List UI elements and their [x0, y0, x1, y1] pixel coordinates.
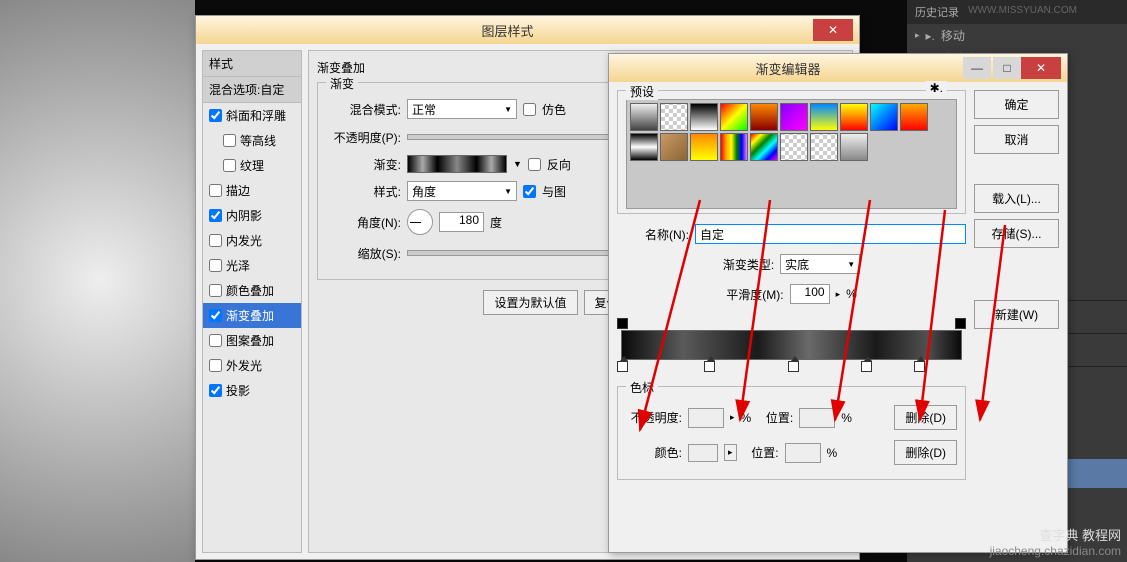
style-item-coloroverlay[interactable]: 颜色叠加: [203, 278, 301, 303]
titlebar[interactable]: 图层样式 ✕: [196, 16, 859, 44]
align-checkbox[interactable]: [523, 185, 536, 198]
set-default-button[interactable]: 设置为默认值: [483, 290, 577, 315]
color-stop[interactable]: [914, 361, 925, 372]
name-input[interactable]: [695, 224, 966, 244]
smooth-label: 平滑度(M):: [726, 286, 783, 303]
style-item-satin[interactable]: 光泽: [203, 253, 301, 278]
delete-opacity-button[interactable]: 删除(D): [894, 405, 957, 430]
gradient-edit-bar[interactable]: [617, 316, 966, 374]
color-position-input[interactable]: [785, 443, 821, 463]
color-stop[interactable]: [788, 361, 799, 372]
styles-header: 样式: [203, 51, 301, 77]
style-item-texture[interactable]: 纹理: [203, 153, 301, 178]
dialog-title: 图层样式: [202, 21, 813, 40]
color-stop[interactable]: [861, 361, 872, 372]
type-select[interactable]: 实底: [780, 254, 860, 274]
preset-grid[interactable]: [626, 99, 957, 209]
color-stop[interactable]: [617, 361, 628, 372]
style-item-contour[interactable]: 等高线: [203, 128, 301, 153]
ok-button[interactable]: 确定: [974, 90, 1059, 119]
dither-checkbox[interactable]: [523, 103, 536, 116]
style-item-dropshadow[interactable]: 投影: [203, 378, 301, 403]
close-button[interactable]: ✕: [813, 19, 853, 41]
style-item-outerglow[interactable]: 外发光: [203, 353, 301, 378]
delete-color-button[interactable]: 删除(D): [894, 440, 957, 465]
minimize-button[interactable]: —: [963, 57, 991, 79]
blend-options-item[interactable]: 混合选项:自定: [203, 77, 301, 103]
gradient-editor-dialog: 渐变编辑器 — □ ✕ 预设 ✱.: [608, 53, 1068, 553]
gradient-picker[interactable]: [407, 155, 507, 173]
reverse-checkbox[interactable]: [528, 158, 541, 171]
preset-label: 预设: [626, 83, 658, 100]
new-button[interactable]: 新建(W): [974, 300, 1059, 329]
name-label: 名称(N):: [617, 226, 689, 243]
color-stop[interactable]: [704, 361, 715, 372]
group-label: 渐变: [326, 75, 358, 92]
style-item-stroke[interactable]: 描边: [203, 178, 301, 203]
dialog-title: 渐变编辑器: [615, 59, 961, 78]
scale-label: 缩放(S):: [326, 245, 401, 262]
angle-label: 角度(N):: [326, 214, 401, 231]
style-item-gradientoverlay[interactable]: 渐变叠加: [203, 303, 301, 328]
angle-control[interactable]: [407, 209, 433, 235]
opacity-label: 不透明度(P):: [326, 129, 401, 146]
load-button[interactable]: 载入(L)...: [974, 184, 1059, 213]
blend-mode-label: 混合模式:: [326, 101, 401, 118]
colorstop-label: 色标: [626, 379, 658, 396]
type-label: 渐变类型:: [723, 256, 774, 273]
watermark: 查字典 教程网 jiaocheng.chazidian.com: [990, 525, 1121, 558]
blend-mode-select[interactable]: 正常: [407, 99, 517, 119]
cancel-button[interactable]: 取消: [974, 125, 1059, 154]
style-item-innershadow[interactable]: 内阴影: [203, 203, 301, 228]
stop-opacity-input[interactable]: [688, 408, 724, 428]
canvas-preview: [0, 0, 195, 562]
watermark-url: WWW.MISSYUAN.COM: [968, 5, 1077, 16]
color-swatch[interactable]: [688, 444, 718, 462]
style-label: 样式:: [326, 183, 401, 200]
stop-position-input[interactable]: [799, 408, 835, 428]
gear-icon[interactable]: ✱.: [926, 81, 947, 95]
titlebar[interactable]: 渐变编辑器 — □ ✕: [609, 54, 1067, 82]
style-item-patternoverlay[interactable]: 图案叠加: [203, 328, 301, 353]
smooth-input[interactable]: 100: [790, 284, 830, 304]
styles-list: 样式 混合选项:自定 斜面和浮雕 等高线 纹理 描边 内阴影 内发光 光泽 颜色…: [202, 50, 302, 553]
history-item[interactable]: ▸▸.移动: [907, 24, 1127, 47]
maximize-button[interactable]: □: [993, 57, 1021, 79]
gradient-label: 渐变:: [326, 156, 401, 173]
save-button[interactable]: 存储(S)...: [974, 219, 1059, 248]
style-item-innerglow[interactable]: 内发光: [203, 228, 301, 253]
style-item-bevel[interactable]: 斜面和浮雕: [203, 103, 301, 128]
style-select[interactable]: 角度: [407, 181, 517, 201]
close-button[interactable]: ✕: [1021, 57, 1061, 79]
angle-input[interactable]: 180: [439, 212, 484, 232]
